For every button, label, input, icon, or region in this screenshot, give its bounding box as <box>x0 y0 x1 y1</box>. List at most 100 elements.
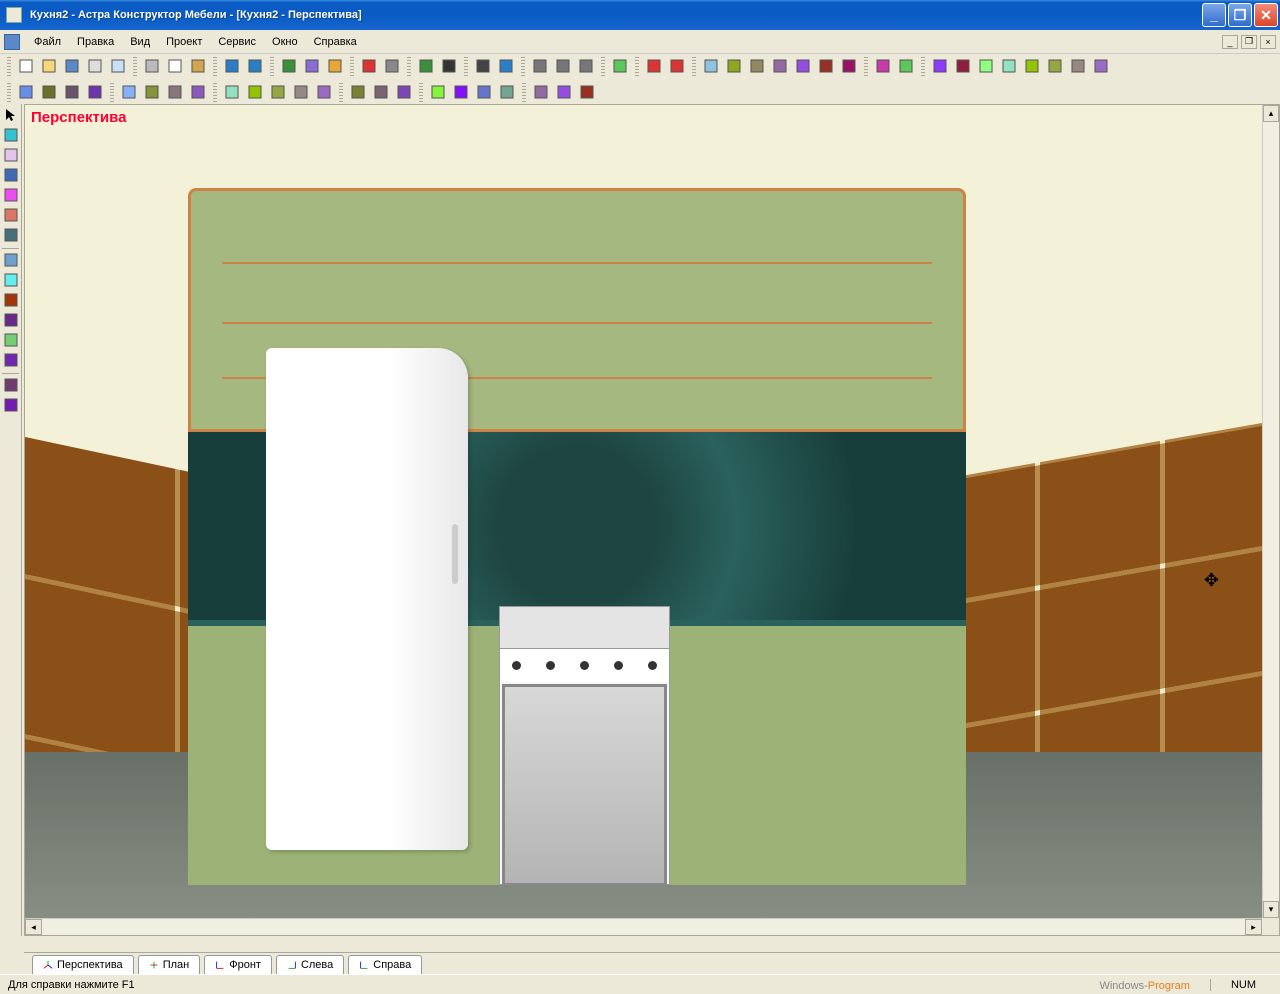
toolbar-paste-button[interactable] <box>187 56 209 78</box>
viewport-canvas[interactable]: ✥ <box>25 105 1279 935</box>
vtool-oval-button[interactable] <box>0 186 22 206</box>
toolbar-dimD-button[interactable] <box>187 82 209 104</box>
toolbar-ext5-button[interactable] <box>313 82 335 104</box>
mdi-close-button[interactable]: × <box>1260 35 1276 49</box>
view-tab-left[interactable]: Слева <box>276 955 344 974</box>
vtool-line-button[interactable] <box>0 206 22 226</box>
toolbar-tool3-button[interactable] <box>576 82 598 104</box>
toolbar-view7-button[interactable] <box>838 56 860 78</box>
toolbar-preview-button[interactable] <box>107 56 129 78</box>
toolbar-view6-button[interactable] <box>815 56 837 78</box>
menu-edit[interactable]: Правка <box>69 33 122 51</box>
toolbar-dim1-button[interactable] <box>15 82 37 104</box>
mdi-restore-button[interactable]: ❐ <box>1241 35 1257 49</box>
menu-help[interactable]: Справка <box>306 33 365 51</box>
toolbar-new-button[interactable] <box>15 56 37 78</box>
toolbar-win1-button[interactable] <box>929 56 951 78</box>
toolbar-orbit-button[interactable] <box>609 56 631 78</box>
toolbar-print-button[interactable] <box>84 56 106 78</box>
toolbar-undo-button[interactable] <box>221 56 243 78</box>
toolbar-dim2-button[interactable] <box>38 82 60 104</box>
toolbar-ext1-button[interactable] <box>221 82 243 104</box>
toolbar-redo-button[interactable] <box>244 56 266 78</box>
toolbar-dimA-button[interactable] <box>118 82 140 104</box>
maximize-button[interactable]: ❐ <box>1228 3 1252 27</box>
vtool-select-button[interactable] <box>0 106 22 126</box>
toolbar-prim-cone-button[interactable] <box>473 82 495 104</box>
toolbar-ext3-button[interactable] <box>267 82 289 104</box>
toolbar-screw-red-button[interactable] <box>358 56 380 78</box>
toolbar-color-button[interactable] <box>324 56 346 78</box>
vtool-t-blue-button[interactable] <box>0 351 22 371</box>
toolbar-win6-button[interactable] <box>1044 56 1066 78</box>
toolbar-zoom-fit-button[interactable] <box>575 56 597 78</box>
toolbar-snap1-button[interactable] <box>643 56 665 78</box>
toolbar-screw-gray-button[interactable] <box>381 56 403 78</box>
vtool-t-orange-button[interactable] <box>0 271 22 291</box>
toolbar-render2-button[interactable] <box>895 56 917 78</box>
toolbar-zoom-in-button[interactable] <box>529 56 551 78</box>
vtool-t-red-button[interactable] <box>0 251 22 271</box>
menu-file[interactable]: Файл <box>26 33 69 51</box>
toolbar-fit3-button[interactable] <box>393 82 415 104</box>
vertical-scrollbar[interactable]: ▴ ▾ <box>1262 105 1279 918</box>
toolbar-dim3-button[interactable] <box>61 82 83 104</box>
toolbar-win7-button[interactable] <box>1067 56 1089 78</box>
toolbar-snap2-button[interactable] <box>666 56 688 78</box>
toolbar-win2-button[interactable] <box>952 56 974 78</box>
toolbar-cut-button[interactable] <box>141 56 163 78</box>
toolbar-view1-button[interactable] <box>700 56 722 78</box>
vtool-rect-button[interactable] <box>0 146 22 166</box>
view-tab-axes3d[interactable]: Перспектива <box>32 955 134 975</box>
toolbar-tree-button[interactable] <box>415 56 437 78</box>
toolbar-win4-button[interactable] <box>998 56 1020 78</box>
toolbar-tool2-button[interactable] <box>553 82 575 104</box>
toolbar-dim4-button[interactable] <box>84 82 106 104</box>
toolbar-save-button[interactable] <box>61 56 83 78</box>
toolbar-ext4-button[interactable] <box>290 82 312 104</box>
toolbar-ext2-button[interactable] <box>244 82 266 104</box>
vtool-measure1-button[interactable] <box>0 376 22 396</box>
toolbar-dimC-button[interactable] <box>164 82 186 104</box>
minimize-button[interactable]: _ <box>1202 3 1226 27</box>
vtool-t-cyan-button[interactable] <box>0 331 22 351</box>
vtool-point-button[interactable] <box>0 126 22 146</box>
toolbar-zoom-out-button[interactable] <box>552 56 574 78</box>
toolbar-view5-button[interactable] <box>792 56 814 78</box>
menu-project[interactable]: Проект <box>158 33 210 51</box>
toolbar-sigma-button[interactable] <box>438 56 460 78</box>
toolbar-camera-button[interactable] <box>472 56 494 78</box>
toolbar-prim-box-button[interactable] <box>427 82 449 104</box>
vtool-scissors-button[interactable] <box>0 226 22 246</box>
toolbar-open-button[interactable] <box>38 56 60 78</box>
view-tab-front[interactable]: Фронт <box>204 955 272 974</box>
vtool-t-yellow-button[interactable] <box>0 291 22 311</box>
toolbar-dimB-button[interactable] <box>141 82 163 104</box>
toolbar-win8-button[interactable] <box>1090 56 1112 78</box>
toolbar-view4-button[interactable] <box>769 56 791 78</box>
vtool-t-green-button[interactable] <box>0 311 22 331</box>
menu-service[interactable]: Сервис <box>210 33 264 51</box>
toolbar-fit1-button[interactable] <box>347 82 369 104</box>
menu-view[interactable]: Вид <box>122 33 158 51</box>
toolbar-tool1-button[interactable] <box>530 82 552 104</box>
toolbar-view3-button[interactable] <box>746 56 768 78</box>
toolbar-win5-button[interactable] <box>1021 56 1043 78</box>
vtool-poly-button[interactable] <box>0 166 22 186</box>
mdi-minimize-button[interactable]: _ <box>1222 35 1238 49</box>
toolbar-prim-cyl-button[interactable] <box>450 82 472 104</box>
toolbar-copy-button[interactable] <box>164 56 186 78</box>
toolbar-view2-button[interactable] <box>723 56 745 78</box>
vtool-measure2-button[interactable] <box>0 396 22 416</box>
toolbar-render1-button[interactable] <box>872 56 894 78</box>
toolbar-prim-misc-button[interactable] <box>496 82 518 104</box>
close-button[interactable]: ✕ <box>1254 3 1278 27</box>
view-tab-right[interactable]: Справа <box>348 955 422 974</box>
horizontal-scrollbar[interactable]: ◂ ▸ <box>25 918 1262 935</box>
menu-window[interactable]: Окно <box>264 33 306 51</box>
scroll-down-button[interactable]: ▾ <box>1263 901 1279 918</box>
scroll-up-button[interactable]: ▴ <box>1263 105 1279 122</box>
toolbar-fit2-button[interactable] <box>370 82 392 104</box>
toolbar-layers-button[interactable] <box>301 56 323 78</box>
toolbar-grid-button[interactable] <box>278 56 300 78</box>
